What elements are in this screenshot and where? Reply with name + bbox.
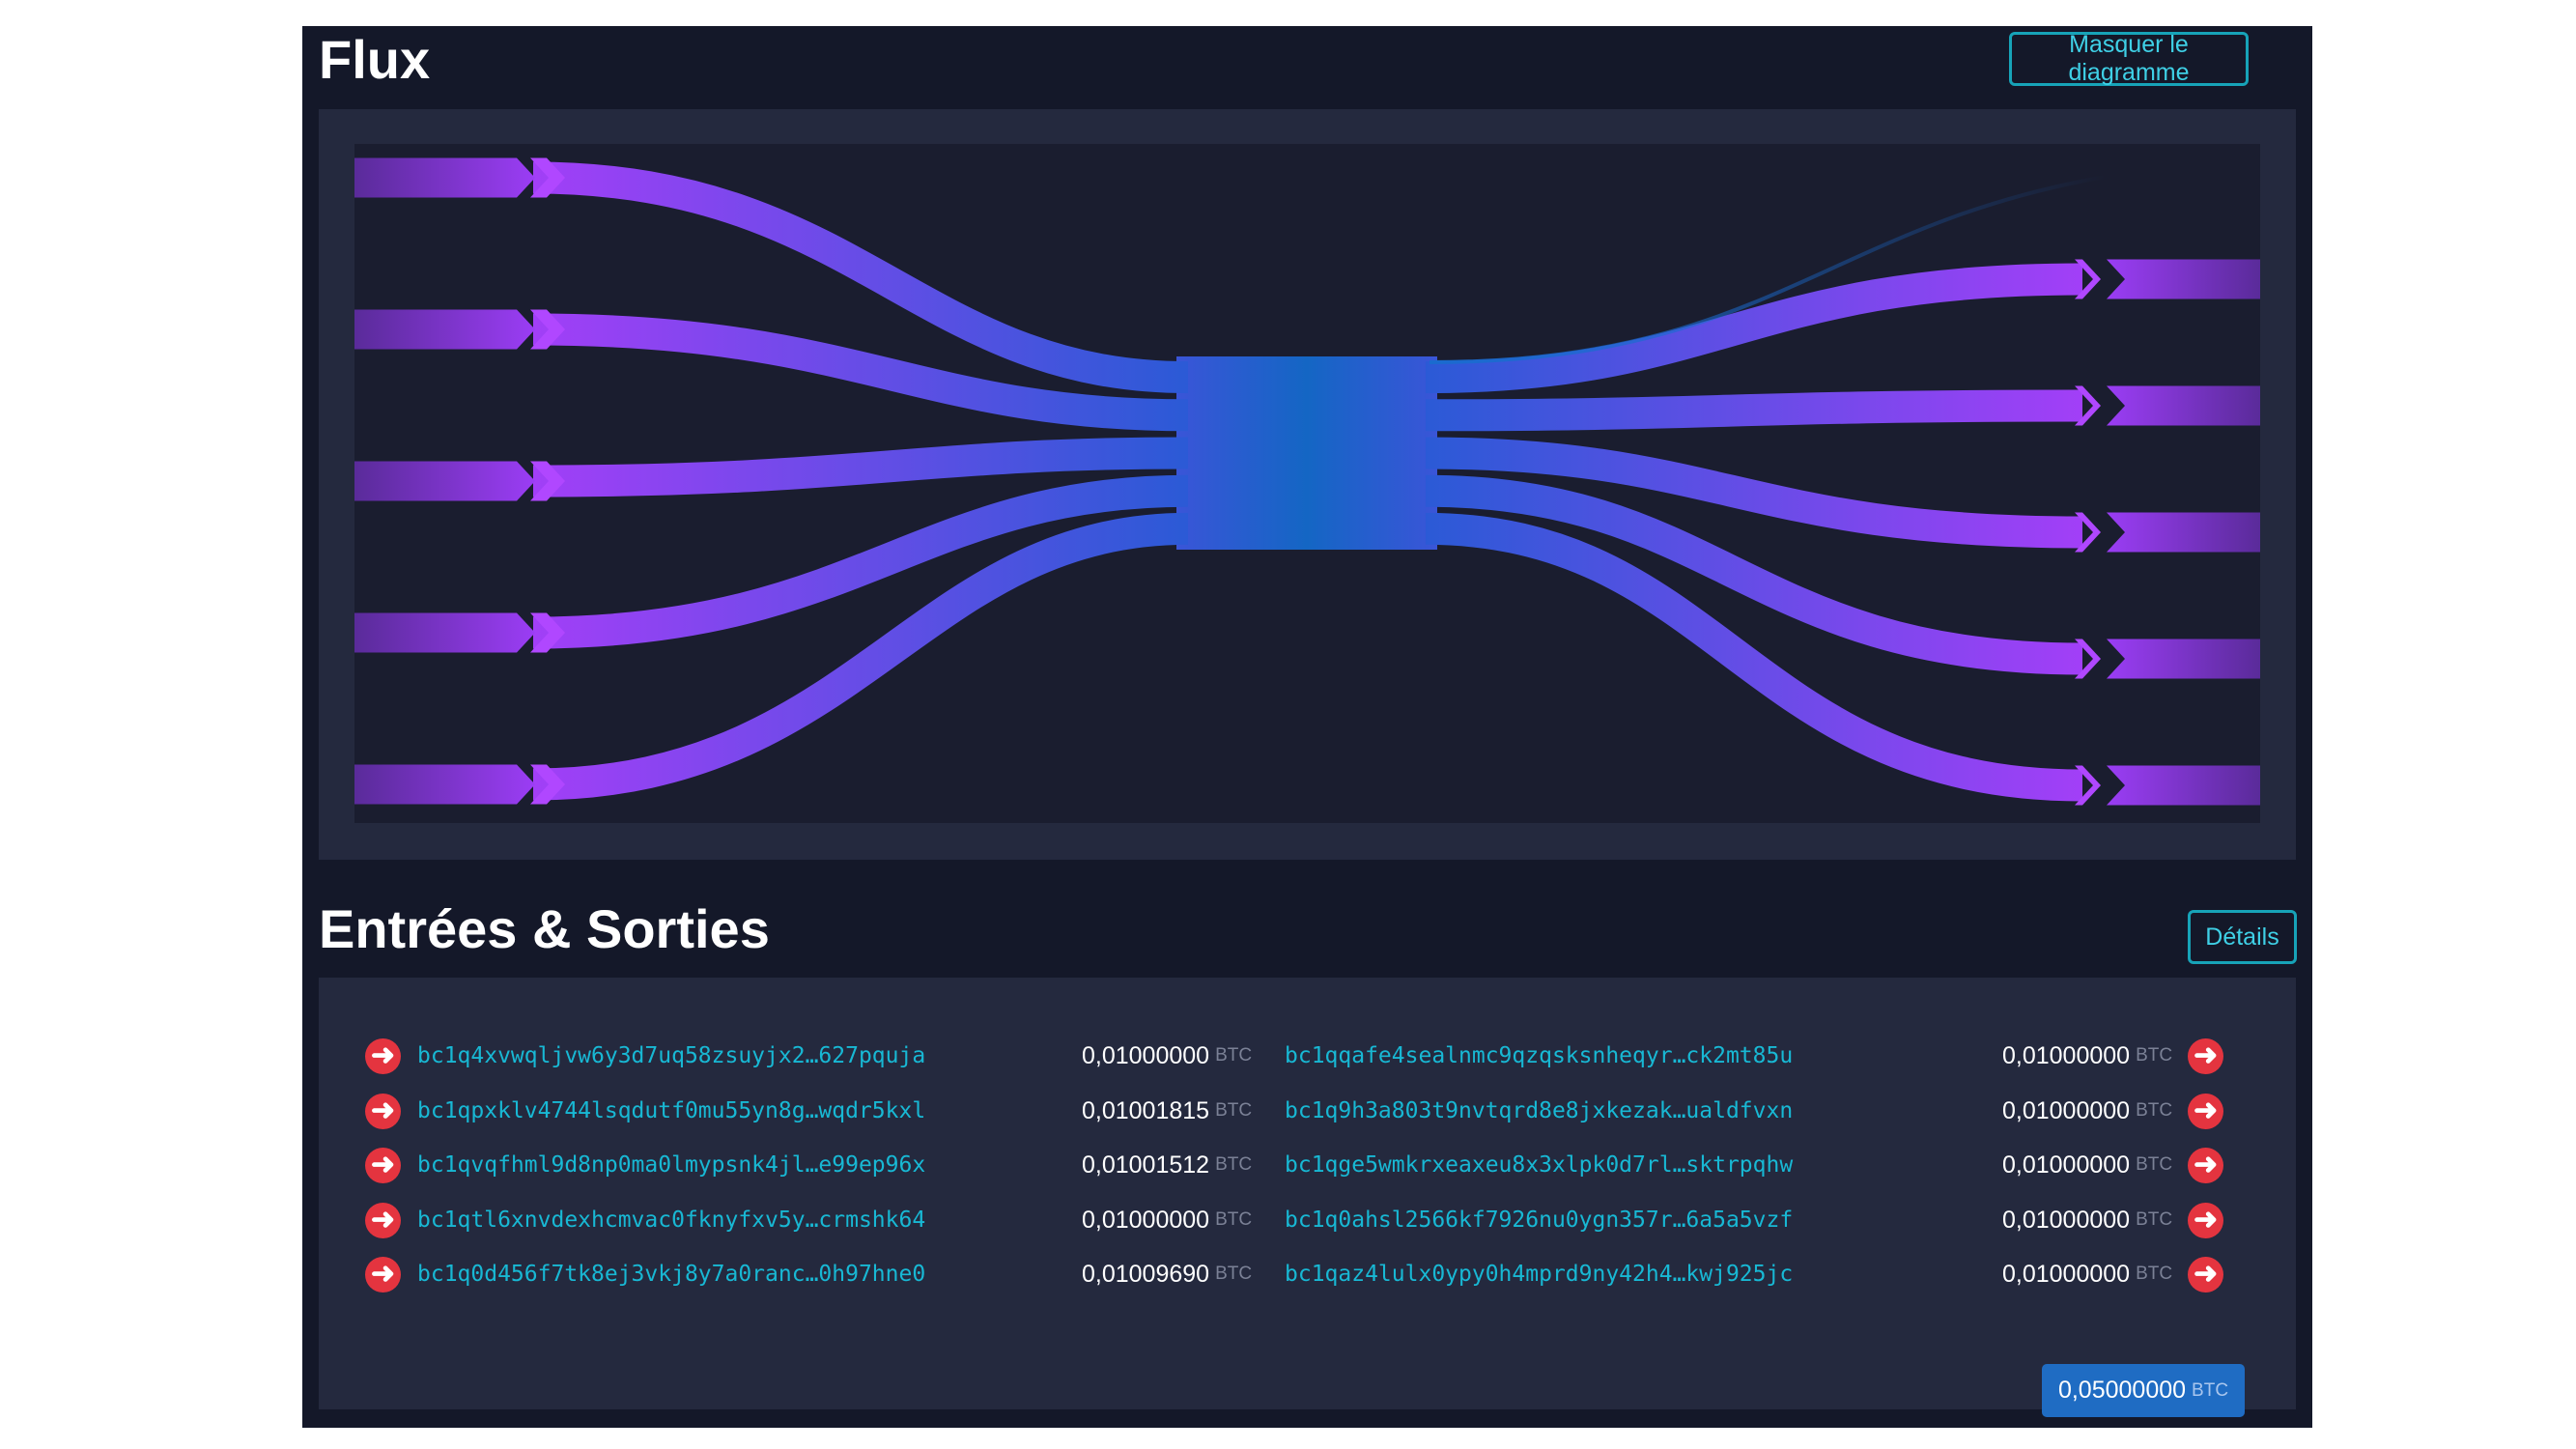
output-amount: 0,01000000 BTC ➜ [2002,1201,2224,1239]
output-amount-value: 0,01000000 [2002,1041,2131,1069]
input-amount-value: 0,01001815 [1082,1096,1210,1124]
flow-sankey [354,144,2260,823]
input-row: ➜ bc1q0d456f7tk8ej3vkj8y7a0ranc…0h97hne0 [365,1255,925,1293]
output-amount: 0,01000000 BTC ➜ [2002,1092,2224,1130]
input-row: ➜ bc1qtl6xnvdexhcmvac0fknyfxv5y…crmshk64 [365,1201,925,1239]
input-amount-unit: BTC [1215,1045,1253,1065]
input-address-link[interactable]: bc1q0d456f7tk8ej3vkj8y7a0ranc…0h97hne0 [417,1262,925,1287]
output-stub-arrow [2107,385,2260,426]
output-amount-value: 0,01000000 [2002,1096,2131,1124]
input-address-link[interactable]: bc1qtl6xnvdexhcmvac0fknyfxv5y…crmshk64 [417,1208,925,1233]
arrow-right-circle-icon[interactable]: ➜ [2188,1202,2224,1238]
output-amount-unit: BTC [2136,1045,2173,1065]
output-flow-band [1425,389,2083,432]
input-address-link[interactable]: bc1q4xvwqljvw6y3d7uq58zsuyjx2…627pquja [417,1043,925,1068]
output-row: bc1qaz4lulx0ypy0h4mprd9ny42h4…kwj925jc [1285,1255,1793,1293]
arrow-right-circle-icon[interactable]: ➜ [365,1202,401,1238]
output-amount-value: 0,01000000 [2002,1260,2131,1288]
output-stub-arrow [2107,512,2260,553]
inputs-outputs-panel: ➜ bc1q4xvwqljvw6y3d7uq58zsuyjx2…627pquja… [319,978,2296,1409]
arrow-right-circle-icon[interactable]: ➜ [2188,1037,2224,1074]
input-amount: 0,01009690 BTC [1082,1255,1252,1293]
output-amount-value: 0,01000000 [2002,1206,2131,1234]
input-amount-value: 0,01009690 [1082,1260,1210,1288]
arrow-right-circle-icon[interactable]: ➜ [365,1147,401,1183]
output-amount-unit: BTC [2136,1154,2173,1175]
output-amount-value: 0,01000000 [2002,1151,2131,1179]
input-amount-unit: BTC [1215,1264,1253,1284]
input-address-link[interactable]: bc1qvqfhml9d8np0ma0lmypsnk4jl…e99ep96x [417,1152,925,1178]
output-row: bc1qge5wmkrxeaxeu8x3xlpk0d7rl…sktrpqhw [1285,1146,1793,1184]
output-row: bc1q0ahsl2566kf7926nu0ygn357r…6a5a5vzf [1285,1201,1793,1239]
output-address-link[interactable]: bc1qaz4lulx0ypy0h4mprd9ny42h4…kwj925jc [1285,1262,1793,1287]
input-stub-arrow [354,764,535,805]
input-amount-value: 0,01000000 [1082,1206,1210,1234]
output-address-link[interactable]: bc1q9h3a803t9nvtqrd8e8jxkezak…ualdfvxn [1285,1098,1793,1123]
flux-title: Flux [319,29,431,90]
output-address-link[interactable]: bc1q0ahsl2566kf7926nu0ygn357r…6a5a5vzf [1285,1208,1793,1233]
details-button[interactable]: Détails [2188,910,2297,964]
arrow-right-circle-icon[interactable]: ➜ [2188,1093,2224,1129]
input-amount: 0,01000000 BTC [1082,1037,1252,1075]
input-amount: 0,01000000 BTC [1082,1201,1252,1239]
output-amount-unit: BTC [2136,1100,2173,1121]
hide-diagram-button[interactable]: Masquer le diagramme [2009,31,2249,86]
output-stub-arrow [2107,639,2260,679]
inputs-outputs-title: Entrées & Sorties [319,898,770,959]
output-stub-arrow [2107,259,2260,299]
input-stub-arrow [354,157,535,198]
input-amount-unit: BTC [1215,1100,1253,1121]
input-amount-value: 0,01000000 [1082,1041,1210,1069]
input-row: ➜ bc1qpxklv4744lsqdutf0mu55yn8g…wqdr5kxl [365,1092,925,1130]
output-address-link[interactable]: bc1qge5wmkrxeaxeu8x3xlpk0d7rl…sktrpqhw [1285,1152,1793,1178]
arrow-right-circle-icon[interactable]: ➜ [365,1093,401,1129]
input-amount: 0,01001512 BTC [1082,1146,1252,1184]
input-amount-value: 0,01001512 [1082,1151,1210,1179]
total-amount-value: 0,05000000 [2057,1377,2187,1404]
input-amount-unit: BTC [1215,1154,1253,1175]
input-stub-arrow [354,309,535,350]
output-address-link[interactable]: bc1qqafe4sealnmc9qzqsksnheqyr…ck2mt85u [1285,1043,1793,1068]
output-amount: 0,01000000 BTC ➜ [2002,1037,2224,1075]
output-row: bc1q9h3a803t9nvtqrd8e8jxkezak…ualdfvxn [1285,1092,1793,1130]
output-amount-unit: BTC [2136,1209,2173,1230]
arrow-right-circle-icon[interactable]: ➜ [365,1256,401,1293]
input-amount: 0,01001815 BTC [1082,1092,1252,1130]
input-amount-unit: BTC [1215,1209,1253,1230]
total-amount-unit: BTC [2192,1379,2229,1401]
input-row: ➜ bc1qvqfhml9d8np0ma0lmypsnk4jl…e99ep96x [365,1146,925,1184]
output-stub-arrow [2107,765,2260,806]
arrow-right-circle-icon[interactable]: ➜ [365,1037,401,1074]
input-stub-arrow [354,461,535,501]
output-amount: 0,01000000 BTC ➜ [2002,1146,2224,1184]
output-amount: 0,01000000 BTC ➜ [2002,1255,2224,1293]
input-stub-arrow [354,612,535,653]
transaction-card: Flux Masquer le diagramme Entrées & Sort… [302,26,2312,1428]
output-amount-unit: BTC [2136,1264,2173,1284]
arrow-right-circle-icon[interactable]: ➜ [2188,1147,2224,1183]
flow-diagram [319,109,2296,860]
arrow-right-circle-icon[interactable]: ➜ [2188,1256,2224,1293]
flow-core [1176,356,1437,550]
total-amount-badge: 0,05000000 BTC [2042,1364,2245,1417]
input-address-link[interactable]: bc1qpxklv4744lsqdutf0mu55yn8g…wqdr5kxl [417,1098,925,1123]
input-row: ➜ bc1q4xvwqljvw6y3d7uq58zsuyjx2…627pquja [365,1037,925,1075]
output-row: bc1qqafe4sealnmc9qzqsksnheqyr…ck2mt85u [1285,1037,1793,1075]
